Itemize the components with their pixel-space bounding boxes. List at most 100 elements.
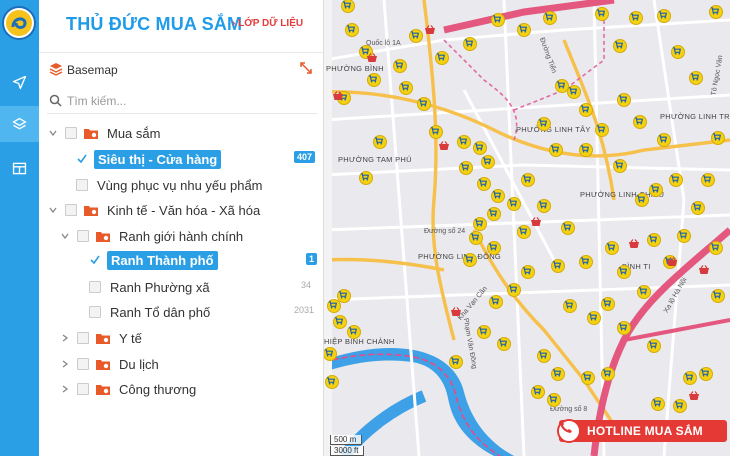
store-marker-icon[interactable] — [673, 399, 687, 413]
store-marker-icon[interactable] — [647, 339, 661, 353]
store-marker-icon[interactable] — [463, 253, 477, 267]
tree-item-du-lich[interactable]: Du lịch — [60, 352, 159, 376]
store-marker-icon[interactable] — [555, 79, 569, 93]
store-marker-icon[interactable] — [359, 171, 373, 185]
store-marker-icon[interactable] — [417, 97, 431, 111]
tree-item-cong-thuong[interactable]: Công thương — [60, 377, 196, 401]
store-marker-icon[interactable] — [581, 371, 595, 385]
layer-checkbox[interactable] — [77, 383, 89, 395]
breadcrumb[interactable]: › LỚP DỮ LIỆU — [232, 18, 303, 29]
store-marker-icon[interactable] — [517, 23, 531, 37]
store-marker-icon[interactable] — [487, 241, 501, 255]
basket-marker-icon[interactable] — [530, 217, 542, 227]
basket-marker-icon[interactable] — [688, 391, 700, 401]
store-marker-icon[interactable] — [613, 39, 627, 53]
store-marker-icon[interactable] — [669, 173, 683, 187]
store-marker-icon[interactable] — [409, 29, 423, 43]
tree-item-kinh-te[interactable]: Kinh tế - Văn hóa - Xã hóa — [48, 198, 260, 222]
layer-checkbox[interactable] — [65, 127, 77, 139]
store-marker-icon[interactable] — [531, 385, 545, 399]
basket-marker-icon[interactable] — [438, 141, 450, 151]
layers-icon[interactable] — [0, 106, 39, 142]
check-icon[interactable] — [76, 153, 88, 165]
store-marker-icon[interactable] — [521, 265, 535, 279]
store-marker-icon[interactable] — [521, 173, 535, 187]
store-marker-icon[interactable] — [345, 23, 359, 37]
store-marker-icon[interactable] — [551, 367, 565, 381]
store-marker-icon[interactable] — [487, 207, 501, 221]
store-marker-icon[interactable] — [613, 159, 627, 173]
navigate-icon[interactable] — [0, 64, 39, 100]
store-marker-icon[interactable] — [333, 315, 347, 329]
store-marker-icon[interactable] — [647, 233, 661, 247]
store-marker-icon[interactable] — [595, 123, 609, 137]
layer-checkbox[interactable] — [65, 204, 77, 216]
store-marker-icon[interactable] — [637, 285, 651, 299]
tree-item-ranh-to-dan-pho[interactable]: Ranh Tổ dân phố — [89, 300, 210, 324]
tree-item-sieu-thi[interactable]: Siêu thị - Cửa hàng — [76, 147, 222, 171]
chevron-right-icon[interactable] — [60, 359, 70, 369]
store-marker-icon[interactable] — [601, 297, 615, 311]
search-input[interactable] — [67, 91, 307, 111]
dashboard-icon[interactable] — [0, 150, 39, 186]
store-marker-icon[interactable] — [393, 59, 407, 73]
logo-icon[interactable] — [2, 6, 36, 40]
tree-item-vung-phuc-vu[interactable]: Vùng phục vụ nhu yếu phẩm — [76, 173, 263, 197]
store-marker-icon[interactable] — [547, 393, 561, 407]
basket-marker-icon[interactable] — [628, 239, 640, 249]
store-marker-icon[interactable] — [677, 229, 691, 243]
store-marker-icon[interactable] — [477, 325, 491, 339]
store-marker-icon[interactable] — [543, 11, 557, 25]
store-marker-icon[interactable] — [657, 133, 671, 147]
store-marker-icon[interactable] — [561, 221, 575, 235]
chevron-down-icon[interactable] — [48, 205, 58, 215]
store-marker-icon[interactable] — [579, 103, 593, 117]
chevron-down-icon[interactable] — [60, 231, 70, 241]
layer-checkbox[interactable] — [89, 281, 101, 293]
store-marker-icon[interactable] — [481, 155, 495, 169]
store-marker-icon[interactable] — [449, 355, 463, 369]
store-marker-icon[interactable] — [469, 231, 483, 245]
basket-marker-icon[interactable] — [424, 25, 436, 35]
chevron-right-icon[interactable] — [60, 333, 70, 343]
map-view[interactable]: Quốc lộ 1A PHƯỜNG BÌNH PHƯỜNG LINH TÂY P… — [324, 0, 730, 456]
store-marker-icon[interactable] — [635, 193, 649, 207]
store-marker-icon[interactable] — [429, 125, 443, 139]
store-marker-icon[interactable] — [587, 311, 601, 325]
store-marker-icon[interactable] — [617, 321, 631, 335]
store-marker-icon[interactable] — [497, 337, 511, 351]
store-marker-icon[interactable] — [691, 201, 705, 215]
store-marker-icon[interactable] — [457, 135, 471, 149]
tree-item-y-te[interactable]: Y tế — [60, 326, 142, 350]
store-marker-icon[interactable] — [507, 197, 521, 211]
store-marker-icon[interactable] — [549, 143, 563, 157]
basket-marker-icon[interactable] — [698, 265, 710, 275]
basket-marker-icon[interactable] — [332, 91, 344, 101]
basket-marker-icon[interactable] — [366, 53, 378, 63]
store-marker-icon[interactable] — [473, 217, 487, 231]
store-marker-icon[interactable] — [537, 117, 551, 131]
store-marker-icon[interactable] — [459, 161, 473, 175]
store-marker-icon[interactable] — [507, 283, 521, 297]
chevron-down-icon[interactable] — [48, 128, 58, 138]
store-marker-icon[interactable] — [537, 199, 551, 213]
store-marker-icon[interactable] — [671, 45, 685, 59]
store-marker-icon[interactable] — [477, 177, 491, 191]
expand-icon[interactable] — [299, 61, 313, 75]
store-marker-icon[interactable] — [595, 7, 609, 21]
store-marker-icon[interactable] — [489, 295, 503, 309]
store-marker-icon[interactable] — [579, 143, 593, 157]
tree-item-mua-sam[interactable]: Mua sắm — [48, 121, 160, 145]
store-marker-icon[interactable] — [347, 325, 361, 339]
tree-item-ranh-gioi[interactable]: Ranh giới hành chính — [60, 224, 243, 248]
store-marker-icon[interactable] — [709, 241, 723, 255]
store-marker-icon[interactable] — [711, 289, 725, 303]
hotline-button[interactable]: HOTLINE MUA SẮM — [557, 419, 727, 443]
store-marker-icon[interactable] — [651, 397, 665, 411]
store-marker-icon[interactable] — [567, 85, 581, 99]
layer-checkbox[interactable] — [89, 306, 101, 318]
store-marker-icon[interactable] — [551, 259, 565, 273]
store-marker-icon[interactable] — [657, 9, 671, 23]
store-marker-icon[interactable] — [517, 225, 531, 239]
store-marker-icon[interactable] — [629, 11, 643, 25]
